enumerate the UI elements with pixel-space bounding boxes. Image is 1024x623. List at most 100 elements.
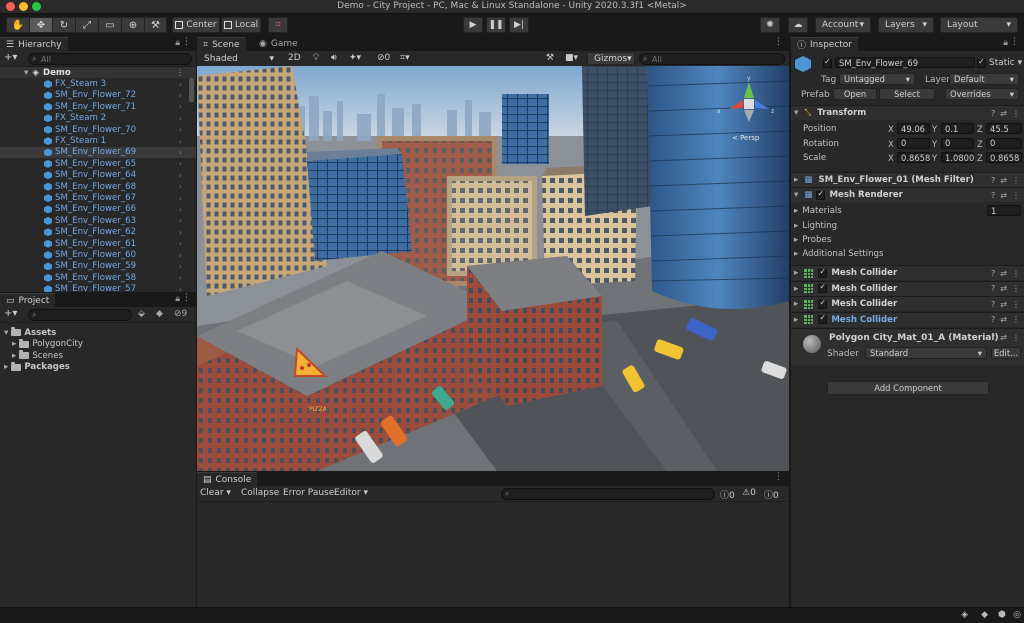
lock-icon[interactable]: 🔒︎ [175, 294, 180, 304]
tab-project[interactable]: ▭ Project [0, 293, 56, 307]
preset-icon[interactable]: ⇄ [1000, 109, 1007, 118]
mesh-collider-header[interactable]: ▸Mesh Collider?⇄⋮ [791, 311, 1024, 327]
collider-enabled-checkbox[interactable] [818, 298, 828, 309]
error-log-toggle[interactable]: ⓘ0 [764, 488, 779, 501]
chevron-right-icon[interactable]: › [179, 262, 182, 271]
kebab-menu-icon[interactable]: ⋮ [1012, 300, 1020, 309]
layer-dropdown[interactable]: Default ▾ [949, 73, 1019, 85]
cache-server-icon[interactable]: ◆ [981, 610, 988, 620]
kebab-menu-icon[interactable]: ⋮ [182, 293, 191, 303]
tab-hierarchy[interactable]: ☰ Hierarchy [0, 37, 68, 51]
scene-search-input[interactable]: ⌕ All [639, 53, 785, 65]
layers-dropdown[interactable]: Layers ▾ [878, 17, 934, 33]
hidden-objects-icon[interactable]: ⊘0 [377, 53, 390, 63]
kebab-menu-icon[interactable]: ⋮ [1012, 269, 1020, 278]
hierarchy-row[interactable]: SM_Env_Flower_66 › [0, 204, 196, 215]
chevron-right-icon[interactable]: › [179, 194, 182, 203]
prefab-overrides-dropdown[interactable]: Overrides ▾ [945, 88, 1019, 100]
transform-icon[interactable]: ⊕ [121, 17, 144, 33]
kebab-menu-icon[interactable]: ⋮ [1012, 315, 1020, 324]
preset-icon[interactable]: ⇄ [1000, 333, 1007, 342]
step-button[interactable]: ▶| [509, 17, 529, 33]
persp-label[interactable]: < Persp [732, 134, 760, 142]
warning-log-toggle[interactable]: ⚠0 [742, 488, 756, 498]
play-button[interactable]: ▶ [463, 17, 483, 33]
effects-icon[interactable]: ✦▾ [349, 53, 361, 63]
chevron-right-icon[interactable]: › [179, 80, 182, 89]
account-dropdown[interactable]: Account ▾ [815, 17, 871, 33]
hierarchy-row[interactable]: SM_Env_Flower_71 › [0, 101, 196, 112]
probes-foldout[interactable]: ▸ Probes [791, 234, 1023, 246]
hierarchy-row[interactable]: SM_Env_Flower_59 › [0, 261, 196, 272]
hidden-packages-icon[interactable]: ⊘9 [174, 309, 187, 319]
hierarchy-row[interactable]: SM_Env_Flower_70 › [0, 124, 196, 135]
project-search-input[interactable]: ⌕ [28, 309, 132, 321]
console-search-input[interactable]: ⌕ [501, 488, 715, 500]
chevron-right-icon[interactable]: › [179, 216, 182, 225]
2d-toggle[interactable]: 2D [288, 53, 301, 63]
help-icon[interactable]: ? [991, 109, 995, 118]
hierarchy-row[interactable]: SM_Env_Flower_72 › [0, 90, 196, 101]
auto-generate-lighting-icon[interactable]: ◎ [1013, 610, 1021, 620]
hierarchy-row[interactable]: SM_Env_Flower_63 › [0, 215, 196, 226]
grid-toggle-icon[interactable]: ⌗▾ [400, 53, 410, 63]
hierarchy-row[interactable]: SM_Env_Flower_62 › [0, 227, 196, 238]
help-icon[interactable]: ? [991, 300, 995, 309]
pause-button[interactable]: ❚❚ [486, 17, 506, 33]
transform-rotation-z-field[interactable]: 0 [986, 137, 1022, 149]
custom-tool-icon[interactable]: ⚒ [144, 17, 167, 33]
add-component-button[interactable]: Add Component [827, 381, 989, 395]
hierarchy-search-input[interactable]: ⌕ All [28, 53, 192, 65]
help-icon[interactable]: ? [991, 333, 995, 342]
materials-size-field[interactable]: 1 [987, 205, 1021, 216]
scale-icon[interactable]: ⤢ [75, 17, 98, 33]
object-name-field[interactable]: SM_Env_Flower_69 [835, 57, 975, 68]
transform-position-x-field[interactable]: 49.06 [897, 123, 930, 134]
preset-icon[interactable]: ⇄ [1000, 191, 1007, 200]
info-log-toggle[interactable]: ⓘ0 [720, 488, 735, 501]
layout-dropdown[interactable]: Layout ▾ [940, 17, 1018, 33]
kebab-menu-icon[interactable]: ⋮ [1012, 109, 1020, 118]
error-pause-toggle[interactable]: Error Pause [283, 488, 334, 498]
hierarchy-row[interactable]: SM_Env_Flower_61 › [0, 238, 196, 249]
chevron-right-icon[interactable]: › [179, 228, 182, 237]
mesh-collider-header[interactable]: ▸Mesh Collider?⇄⋮ [791, 280, 1024, 296]
preset-icon[interactable]: ⇄ [1000, 284, 1007, 293]
preset-icon[interactable]: ⇄ [1000, 300, 1007, 309]
scene-viewport[interactable]: PIZZA x z y < Persp [197, 66, 789, 471]
rect-icon[interactable]: ▭ [98, 17, 121, 33]
audio-speaker-icon[interactable]: 🔊︎ [331, 53, 337, 63]
kebab-menu-icon[interactable]: ⋮ [1012, 191, 1020, 200]
chevron-right-icon[interactable]: › [179, 239, 182, 248]
chevron-right-icon[interactable]: › [179, 171, 182, 180]
preset-icon[interactable]: ⇄ [1000, 269, 1007, 278]
help-icon[interactable]: ? [991, 191, 995, 200]
tab-scene[interactable]: ⌗ Scene [197, 37, 246, 51]
kebab-menu-icon[interactable]: ⋮ [176, 68, 184, 77]
mesh-collider-header[interactable]: ▸Mesh Collider?⇄⋮ [791, 265, 1024, 280]
editor-dropdown[interactable]: Editor ▾ [334, 488, 368, 498]
active-checkbox[interactable] [823, 57, 832, 68]
materials-foldout[interactable]: ▸ Materials 1 [791, 205, 1023, 217]
tab-inspector[interactable]: ⓘ Inspector [791, 37, 858, 51]
hierarchy-scrollbar[interactable] [189, 78, 194, 102]
help-icon[interactable]: ? [991, 176, 995, 185]
transform-scale-y-field[interactable]: 1.0800 [941, 152, 974, 163]
kebab-menu-icon[interactable]: ⋮ [1010, 37, 1019, 47]
hierarchy-row[interactable]: FX_Steam 1 › [0, 135, 196, 146]
create-plus-icon[interactable]: +▾ [4, 308, 17, 319]
static-dropdown[interactable]: Static ▾ [989, 58, 1022, 68]
chevron-right-icon[interactable]: › [179, 273, 182, 282]
tab-console[interactable]: ▤ Console [197, 472, 258, 486]
help-icon[interactable]: ? [991, 315, 995, 324]
progress-icon[interactable]: ◈ [961, 610, 968, 620]
chevron-right-icon[interactable]: › [179, 125, 182, 134]
debug-mode-icon[interactable]: ⬢ [998, 610, 1006, 620]
chevron-right-icon[interactable]: › [179, 148, 182, 157]
collider-enabled-checkbox[interactable] [818, 282, 828, 294]
chevron-right-icon[interactable]: › [179, 182, 182, 191]
collab-icon[interactable]: ✺ [760, 17, 780, 33]
scene-root-row[interactable]: ▾ ◈ Demo ⋮ [0, 67, 196, 79]
transform-position-z-field[interactable]: 45.5 [986, 123, 1022, 134]
hierarchy-row[interactable]: SM_Env_Flower_64 › [0, 170, 196, 181]
